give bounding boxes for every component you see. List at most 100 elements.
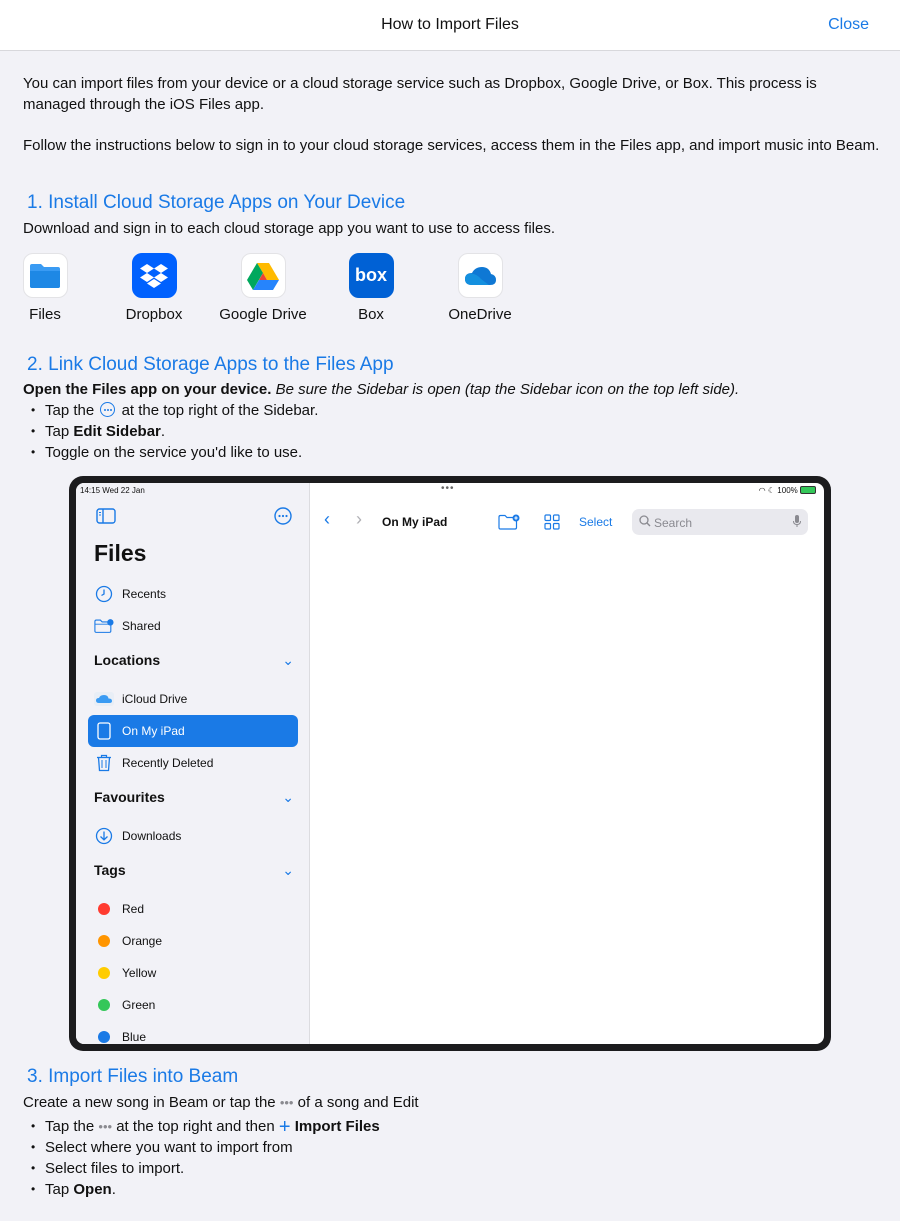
onedrive-icon (457, 253, 503, 298)
battery-icon (800, 486, 816, 494)
app-name: Dropbox (125, 306, 183, 323)
section-1-title: 1. Install Cloud Storage Apps on Your De… (27, 192, 406, 213)
more-circle-icon (100, 402, 116, 417)
close-button[interactable]: Close (828, 16, 869, 34)
status-time: 14:15 Wed 22 Jan (80, 486, 145, 495)
list-item: Tap the ••• at the top right and then + … (23, 1116, 380, 1138)
step-text: at the top right and then (116, 1118, 275, 1135)
step-text: . (111, 1181, 116, 1198)
intro: You can import files from your device or… (23, 73, 883, 156)
section-2-steps: Tap the at the top right of the Sidebar.… (23, 400, 318, 463)
sidebar-item-label: Red (122, 902, 145, 916)
microphone-icon[interactable] (792, 514, 802, 531)
files-sidebar: Files Recents Shared Locations ⌄ iCloud … (76, 483, 310, 1044)
section-header-label: Favourites (94, 789, 165, 805)
section-2-italic: Be sure the Sidebar is open (tap the Sid… (275, 381, 740, 398)
step-text: Tap the (45, 402, 95, 419)
step-text: at the top right of the Sidebar. (121, 402, 319, 419)
sidebar-item-label: Blue (122, 1030, 147, 1044)
step-text: . (160, 423, 166, 440)
sidebar-item-downloads[interactable]: Downloads (94, 820, 300, 852)
status-bar: 14:15 Wed 22 Jan ••• ◠ ☾ 100% (76, 483, 824, 499)
desc-text: Create a new song in Beam or tap the (23, 1094, 276, 1111)
chevron-down-icon[interactable]: ⌄ (282, 862, 294, 879)
tag-dot-icon (94, 933, 114, 949)
section-header-tags[interactable]: Tags ⌄ (94, 862, 300, 878)
back-chevron-icon[interactable]: ‹ (324, 509, 330, 530)
sidebar-item-tag-red[interactable]: Red (94, 893, 300, 925)
sidebar-item-label: Yellow (122, 966, 157, 980)
list-item: Tap Edit Sidebar. (23, 421, 318, 442)
more-circle-icon[interactable] (274, 507, 292, 530)
section-header-favourites[interactable]: Favourites ⌄ (94, 789, 300, 805)
nav-bar: How to Import Files Close (0, 0, 900, 51)
files-toolbar: ‹ › On My iPad Select Search (310, 503, 824, 539)
app-google-drive: Google Drive (208, 253, 318, 325)
sidebar-toggle-icon[interactable] (96, 508, 116, 529)
select-button[interactable]: Select (579, 515, 612, 529)
sidebar-item-icloud-drive[interactable]: iCloud Drive (94, 683, 300, 715)
sidebar-item-recents[interactable]: Recents (94, 578, 300, 610)
chevron-down-icon[interactable]: ⌄ (282, 789, 294, 806)
step-text: Tap the (45, 1118, 95, 1135)
list-item: Toggle on the service you'd like to use. (23, 442, 318, 463)
app-box: box Box (316, 253, 426, 325)
ipad-screen: Files Recents Shared Locations ⌄ iCloud … (76, 483, 824, 1044)
more-dots-icon: ••• (279, 1095, 294, 1110)
app-files: Files (0, 253, 100, 325)
section-2-title: 2. Link Cloud Storage Apps to the Files … (27, 354, 394, 375)
section-3-steps: Tap the ••• at the top right and then + … (23, 1116, 380, 1200)
app-dropbox: Dropbox (99, 253, 209, 325)
dropbox-icon (131, 253, 177, 298)
sidebar-item-recently-deleted[interactable]: Recently Deleted (94, 747, 300, 779)
forward-chevron-icon[interactable]: › (356, 509, 362, 530)
intro-paragraph-2: Follow the instructions below to sign in… (23, 137, 880, 154)
section-header-locations[interactable]: Locations ⌄ (94, 652, 300, 668)
tag-dot-icon (94, 997, 114, 1013)
files-app-icon (22, 253, 68, 298)
tag-dot-icon (94, 901, 114, 917)
step-bold: Open (73, 1181, 112, 1198)
help-content: You can import files from your device or… (22, 73, 883, 1200)
section-3-description: Create a new song in Beam or tap the •••… (23, 1092, 419, 1113)
section-3-title: 3. Import Files into Beam (27, 1066, 239, 1087)
sidebar-item-tag-blue[interactable]: Blue (94, 1021, 300, 1044)
search-icon (639, 515, 651, 530)
search-input[interactable]: Search (632, 509, 808, 535)
icloud-icon (94, 691, 114, 707)
sidebar-item-label: Recently Deleted (122, 756, 214, 770)
sidebar-item-tag-orange[interactable]: Orange (94, 925, 300, 957)
chevron-down-icon[interactable]: ⌄ (282, 652, 294, 669)
sidebar-item-tag-yellow[interactable]: Yellow (94, 957, 300, 989)
app-name: Google Drive (219, 306, 307, 323)
files-title: Files (94, 540, 147, 566)
moon-icon: ☾ (767, 486, 776, 495)
ipad-icon (94, 722, 114, 740)
app-onedrive: OneDrive (425, 253, 535, 325)
new-folder-icon[interactable] (498, 514, 520, 535)
step-text: Tap (45, 1181, 70, 1198)
section-header-label: Tags (94, 862, 126, 878)
step-bold: Import Files (294, 1118, 380, 1135)
folder-title: On My iPad (382, 515, 448, 529)
step-text: Tap (45, 423, 70, 440)
sidebar-item-on-my-ipad[interactable]: On My iPad (88, 715, 298, 747)
download-icon (94, 827, 114, 845)
sidebar-item-shared[interactable]: Shared (94, 610, 300, 642)
plus-icon: + (278, 1116, 291, 1138)
sidebar-item-tag-green[interactable]: Green (94, 989, 300, 1021)
app-name: Files (29, 306, 61, 323)
grid-view-icon[interactable] (544, 514, 560, 535)
more-dots-icon: ••• (98, 1119, 113, 1134)
search-placeholder: Search (654, 516, 693, 530)
sidebar-item-label: Green (122, 998, 156, 1012)
desc-text: of a song and Edit (297, 1094, 419, 1111)
sidebar-item-label: iCloud Drive (122, 692, 188, 706)
multitasking-dots-icon[interactable]: ••• (441, 483, 455, 494)
list-item: Select where you want to import from (23, 1137, 380, 1158)
section-header-label: Locations (94, 652, 161, 668)
wifi-icon: ◠ (758, 486, 766, 495)
box-icon: box (348, 253, 394, 298)
sidebar-item-label: Recents (122, 587, 167, 601)
list-item: Select files to import. (23, 1158, 380, 1179)
